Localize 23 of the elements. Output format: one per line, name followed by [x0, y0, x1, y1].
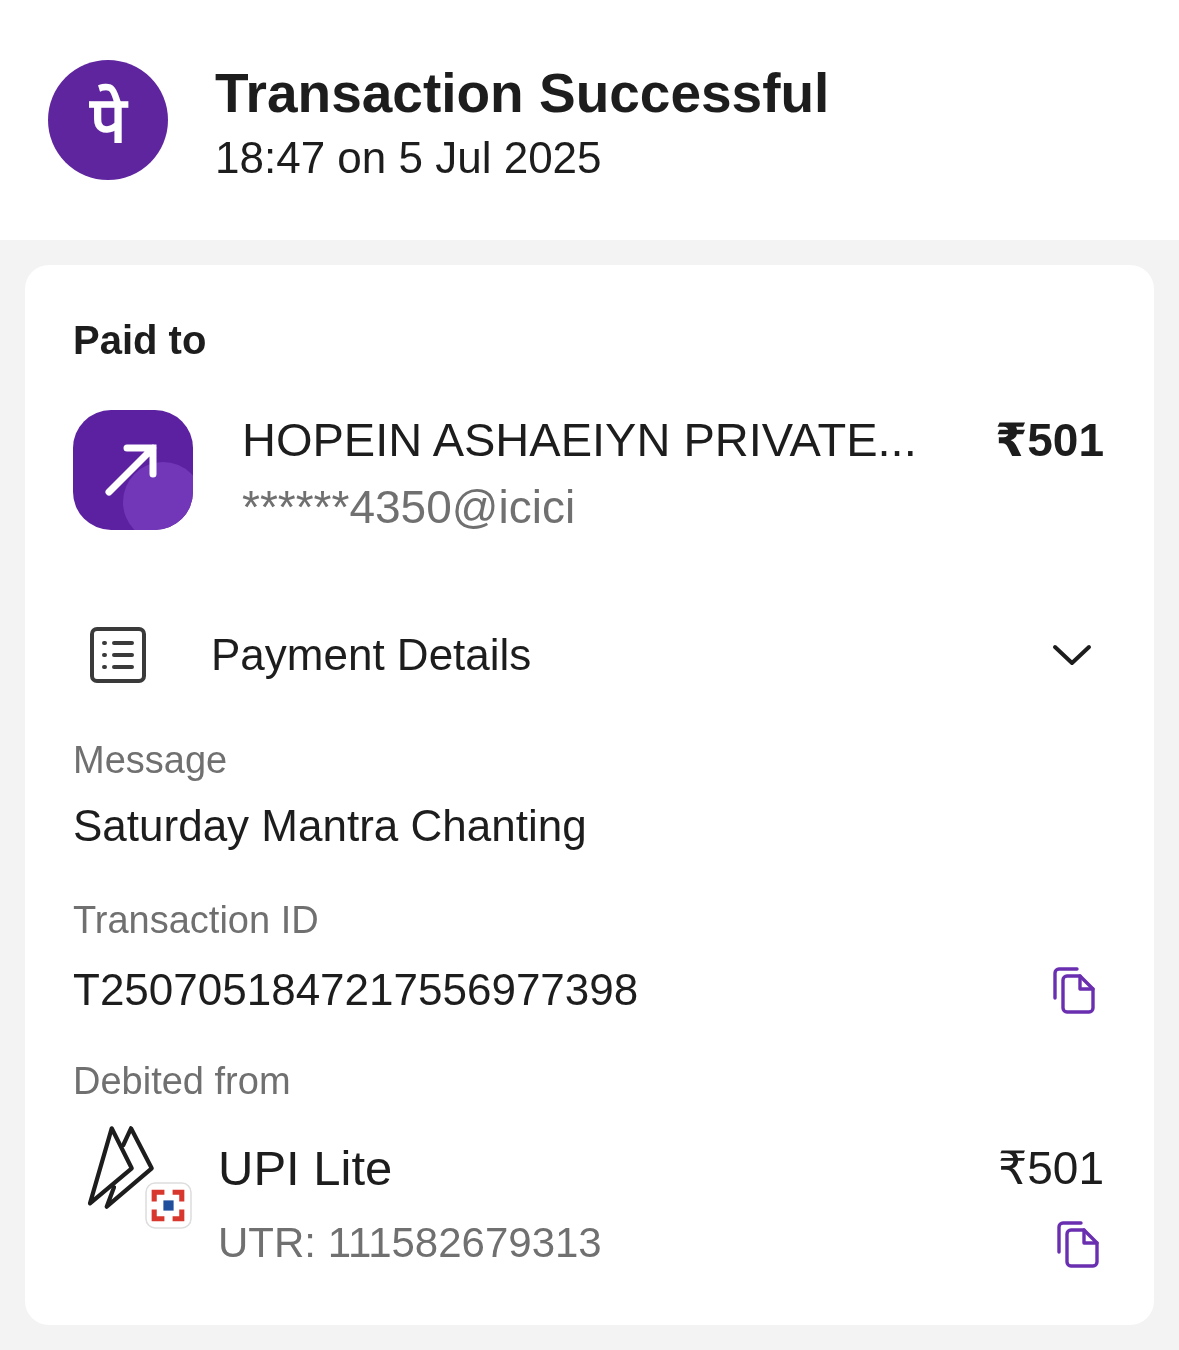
payee-name: HOPEIN ASHAEIYN PRIVATE...	[242, 412, 917, 468]
status-title: Transaction Successful	[215, 63, 830, 123]
payee-upi-id: ******4350@icici	[242, 480, 577, 535]
list-icon	[90, 627, 146, 683]
payment-details-toggle[interactable]: Payment Details	[73, 627, 1104, 683]
logo-badge: पे	[48, 60, 168, 180]
details-title: Payment Details	[211, 629, 532, 681]
arrow-up-right-icon	[73, 410, 193, 530]
debited-amount: ₹501	[998, 1141, 1104, 1196]
field-label: Transaction ID	[73, 898, 320, 942]
timestamp: 18:47 on 5 Jul 2025	[215, 133, 603, 183]
field-label: Message	[73, 738, 229, 782]
utr-number: UTR: 111582679313	[218, 1218, 602, 1268]
account-name: UPI Lite	[218, 1140, 394, 1196]
copy-icon[interactable]	[1056, 1220, 1100, 1268]
copy-icon[interactable]	[1052, 966, 1096, 1014]
field-value: T2507051847217556977398	[73, 965, 639, 1015]
double-triangle-icon	[86, 1125, 156, 1211]
field-label: Debited from	[73, 1059, 292, 1103]
framed-square-icon	[145, 1182, 192, 1229]
field-value: Saturday Mantra Chanting	[73, 801, 587, 851]
paid-amount: ₹501	[995, 413, 1104, 468]
section-heading: Paid to	[73, 318, 208, 362]
